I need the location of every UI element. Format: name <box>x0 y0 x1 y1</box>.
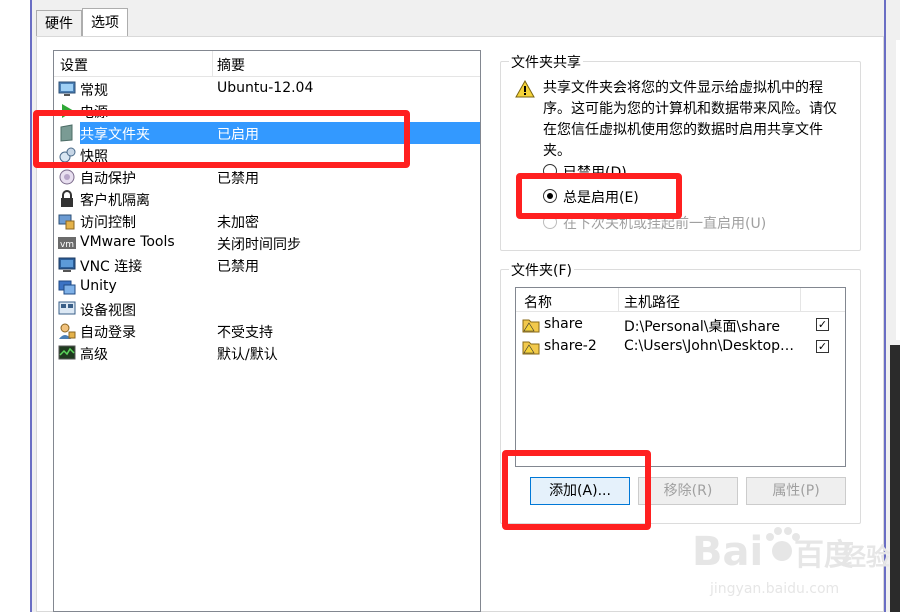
vm-icon: vm <box>58 237 76 250</box>
watermark-label: 经验 <box>842 543 890 571</box>
folder-row[interactable]: share-2 C:\Users\John\Desktop… ✓ <box>516 336 845 358</box>
tab-options[interactable]: 选项 <box>82 8 128 36</box>
window-left-margin <box>0 0 30 612</box>
settings-row-vnc[interactable]: VNC 连接 已禁用 <box>54 254 480 276</box>
header-settings[interactable]: 设置 <box>60 55 88 75</box>
header-host-path[interactable]: 主机路径 <box>624 292 680 312</box>
settings-list-header: 设置 摘要 <box>54 51 480 77</box>
access-control-icon <box>58 214 75 230</box>
settings-summary: 已禁用 <box>217 171 259 187</box>
folder-list-header: 名称 主机路径 <box>516 288 845 312</box>
settings-label: VMware Tools <box>80 234 175 250</box>
auto-login-icon <box>59 323 76 339</box>
folder-sharing-title: 文件夹共享 <box>509 52 583 72</box>
settings-row-unity[interactable]: Unity <box>54 276 480 298</box>
settings-row-isolation[interactable]: 客户机隔离 <box>54 188 480 210</box>
annotation-box-always-enabled <box>516 173 682 219</box>
settings-row-vmware-tools[interactable]: vm VMware Tools 关闭时间同步 <box>54 232 480 254</box>
settings-row-autoprotect[interactable]: 自动保护 已禁用 <box>54 166 480 188</box>
folder-sharing-warning: 共享文件夹会将您的文件显示给虚拟机中的程序。这可能为您的计算机和数据带来风险。请… <box>543 80 837 159</box>
settings-label: 自动保护 <box>80 171 136 187</box>
settings-label: Unity <box>80 278 117 294</box>
lock-icon <box>61 190 73 207</box>
shared-folder-warning-icon <box>522 319 540 333</box>
baidu-watermark: Bai 百度 经验 jingyan.baidu.com <box>692 527 890 597</box>
warning-icon <box>515 80 535 98</box>
folder-properties-button: 属性(P) <box>746 477 846 505</box>
vnc-icon <box>58 257 76 272</box>
settings-summary: 不受支持 <box>217 325 273 341</box>
advanced-icon <box>58 345 76 360</box>
settings-label: 自动登录 <box>80 325 136 341</box>
settings-label: 常规 <box>80 83 108 99</box>
settings-row-access-control[interactable]: 访问控制 未加密 <box>54 210 480 232</box>
folder-path: C:\Users\John\Desktop… <box>624 338 795 354</box>
watermark-site: jingyan.baidu.com <box>709 581 839 597</box>
settings-summary: Ubuntu-12.04 <box>217 80 314 96</box>
settings-label: 访问控制 <box>80 215 136 231</box>
tab-strip: 硬件 选项 <box>36 8 128 36</box>
settings-summary: 默认/默认 <box>217 347 278 363</box>
folder-path: D:\Personal\桌面\share <box>624 319 780 335</box>
settings-row-device-view[interactable]: 设备视图 <box>54 298 480 320</box>
settings-label: 设备视图 <box>80 303 136 319</box>
autoprotect-icon <box>59 169 75 185</box>
remove-folder-button: 移除(R) <box>638 477 738 505</box>
header-folder-name[interactable]: 名称 <box>524 292 552 312</box>
folder-enabled-checkbox[interactable]: ✓ <box>816 318 829 331</box>
watermark-brand: Bai <box>692 529 763 575</box>
folder-list[interactable]: 名称 主机路径 share D:\Personal\桌面\share ✓ sha… <box>515 287 846 467</box>
tab-hardware[interactable]: 硬件 <box>36 10 82 36</box>
settings-summary: 已禁用 <box>217 259 259 275</box>
svg-text:vm: vm <box>60 240 74 250</box>
folder-enabled-checkbox[interactable]: ✓ <box>816 340 829 353</box>
folder-row[interactable]: share D:\Personal\桌面\share ✓ <box>516 314 845 336</box>
annotation-box-add-button <box>502 450 651 530</box>
settings-row-general[interactable]: 常规 Ubuntu-12.04 <box>54 78 480 100</box>
folder-name: share-2 <box>544 338 597 354</box>
settings-row-auto-login[interactable]: 自动登录 不受支持 <box>54 320 480 342</box>
settings-summary: 关闭时间同步 <box>217 237 301 253</box>
folder-name: share <box>544 316 583 332</box>
device-view-icon <box>58 301 76 315</box>
annotation-box-shared-folders <box>33 110 410 168</box>
folders-title: 文件夹(F) <box>509 260 574 280</box>
header-summary[interactable]: 摘要 <box>217 55 245 75</box>
settings-label: 高级 <box>80 347 108 363</box>
shared-folder-warning-icon <box>522 341 540 355</box>
settings-label: VNC 连接 <box>80 259 143 275</box>
settings-row-advanced[interactable]: 高级 默认/默认 <box>54 342 480 364</box>
unity-icon <box>58 280 76 295</box>
settings-label: 客户机隔离 <box>80 193 150 209</box>
monitor-icon <box>58 81 76 96</box>
settings-summary: 未加密 <box>217 215 259 231</box>
